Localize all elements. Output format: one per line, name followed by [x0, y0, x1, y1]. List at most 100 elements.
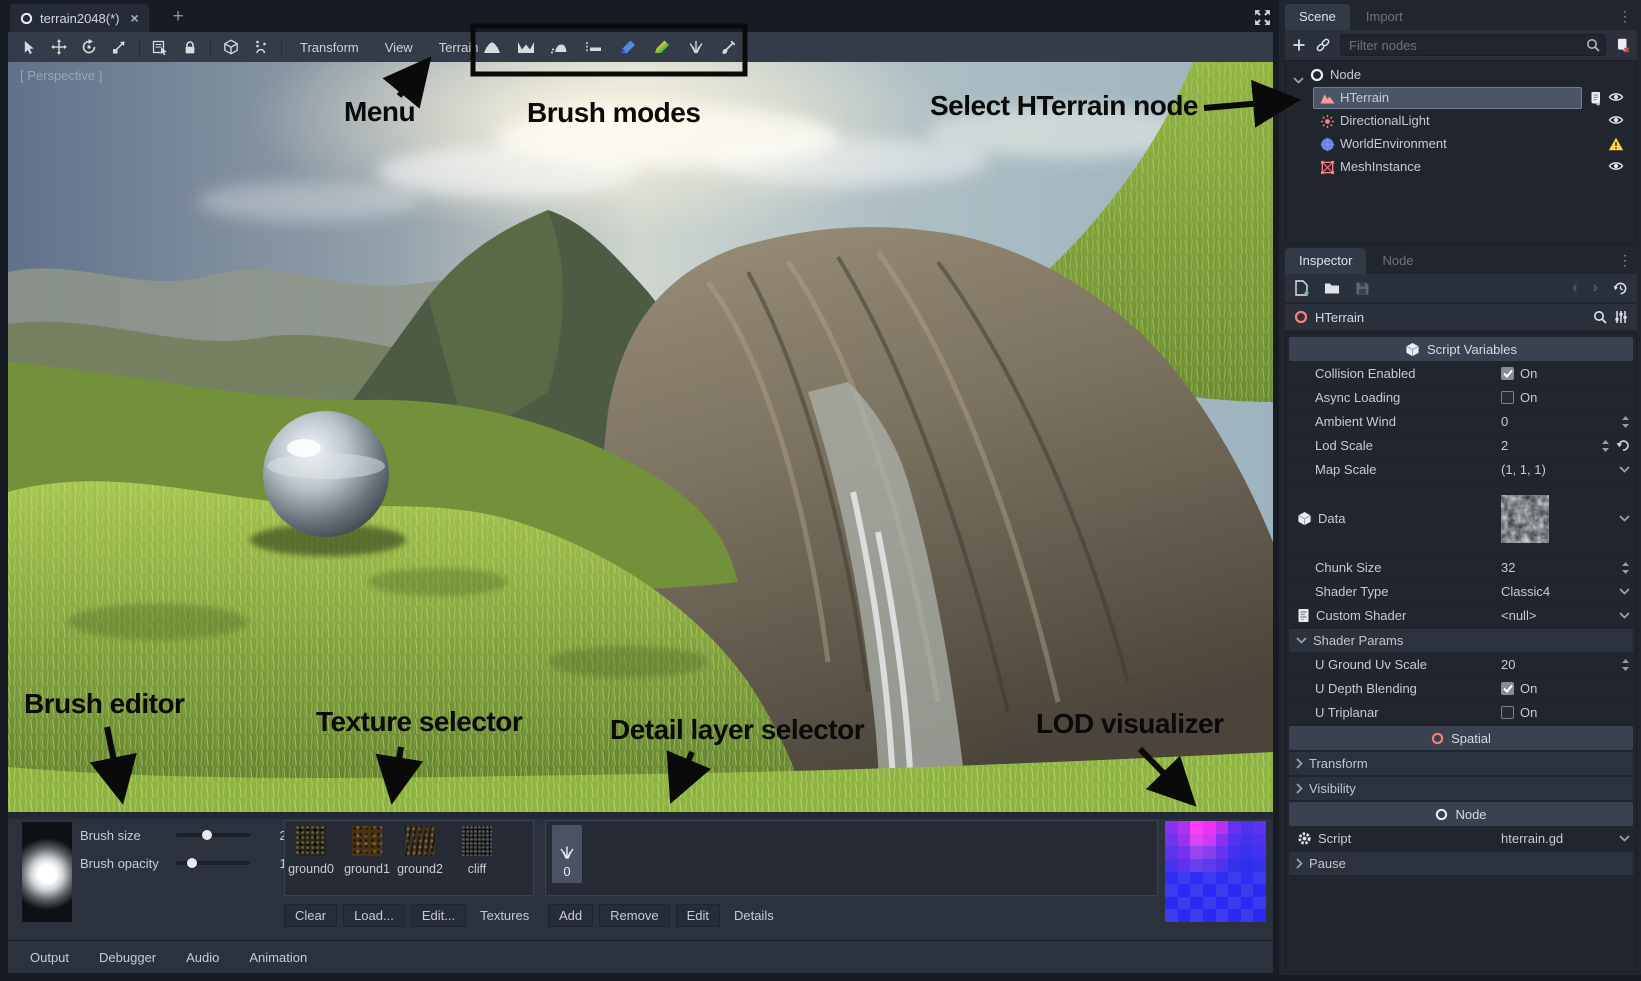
- property-map-scale[interactable]: Map Scale(1, 1, 1): [1289, 458, 1633, 482]
- spinner-icon[interactable]: [1621, 415, 1630, 429]
- bottom-bar-audio[interactable]: Audio: [174, 947, 231, 968]
- property-value[interactable]: <null>: [1501, 608, 1536, 623]
- property-ambient-wind[interactable]: Ambient Wind0: [1289, 410, 1633, 434]
- move-tool-button[interactable]: [44, 34, 74, 60]
- texture-thumbnail-cliff[interactable]: [462, 826, 492, 856]
- spinner-icon[interactable]: [1621, 561, 1630, 575]
- property-script[interactable]: Scripthterrain.gd: [1289, 827, 1633, 851]
- category-spatial[interactable]: Spatial: [1289, 726, 1633, 750]
- spinner-icon[interactable]: [1601, 439, 1610, 453]
- property-value[interactable]: (1, 1, 1): [1501, 462, 1546, 477]
- chevron-down-icon[interactable]: [1293, 77, 1304, 84]
- brush-mode-erode-button[interactable]: [715, 34, 745, 60]
- lock-tool-button[interactable]: [175, 34, 205, 60]
- property-value[interactable]: hterrain.gd: [1501, 831, 1563, 846]
- tree-item-hterrain[interactable]: HTerrain: [1286, 87, 1636, 110]
- slider-handle[interactable]: [202, 830, 212, 840]
- brush-mode-color-button[interactable]: [647, 34, 677, 60]
- texture-thumbnail-ground2[interactable]: [405, 826, 435, 856]
- scene-tab-terrain2048[interactable]: terrain2048(*) ×: [10, 4, 149, 32]
- bottom-bar-output[interactable]: Output: [18, 947, 81, 968]
- eye-icon[interactable]: [1608, 160, 1624, 172]
- brush-shape-preview[interactable]: [22, 822, 72, 922]
- edit-button[interactable]: Edit...: [411, 904, 466, 927]
- property-async-loading[interactable]: Async LoadingOn: [1289, 386, 1633, 410]
- checkbox-checked[interactable]: [1501, 367, 1514, 380]
- detail-edit-button[interactable]: Edit: [676, 904, 720, 927]
- section-visibility[interactable]: Visibility: [1289, 777, 1633, 800]
- brush-mode-smooth-button[interactable]: [545, 34, 575, 60]
- lod-visualizer[interactable]: [1165, 821, 1266, 922]
- search-icon[interactable]: [1593, 310, 1607, 324]
- heightmap-thumbnail[interactable]: [1501, 495, 1549, 543]
- bottom-bar-debugger[interactable]: Debugger: [87, 947, 168, 968]
- eye-icon[interactable]: [1608, 114, 1624, 126]
- chevron-right-icon[interactable]: [1296, 858, 1303, 869]
- property-custom-shader[interactable]: Custom Shader<null>: [1289, 604, 1633, 628]
- brush-mode-splat-button[interactable]: [613, 34, 643, 60]
- add-node-button[interactable]: [1292, 38, 1306, 52]
- skeleton-tool-button[interactable]: [246, 34, 276, 60]
- property-shader-type[interactable]: Shader TypeClassic4: [1289, 580, 1633, 604]
- category-script-variables[interactable]: Script Variables: [1289, 337, 1633, 361]
- detail-remove-button[interactable]: Remove: [599, 904, 669, 927]
- chevron-down-icon[interactable]: [1296, 637, 1307, 644]
- section-pause[interactable]: Pause: [1289, 852, 1633, 875]
- eye-icon[interactable]: [1608, 91, 1624, 103]
- texture-thumbnail-ground1[interactable]: [352, 826, 382, 856]
- bottom-bar-animation[interactable]: Animation: [237, 947, 319, 968]
- detail-add-button[interactable]: Add: [548, 904, 593, 927]
- brush-mode-lower-button[interactable]: [511, 34, 541, 60]
- perspective-label[interactable]: [ Perspective ]: [20, 68, 102, 83]
- texture-slot-cliff[interactable]: cliff: [450, 821, 504, 876]
- group-tool-button[interactable]: [216, 34, 246, 60]
- scene-panel-tab-scene[interactable]: Scene: [1285, 4, 1350, 30]
- property-lod-scale[interactable]: Lod Scale2: [1289, 434, 1633, 458]
- close-tab-icon[interactable]: ×: [131, 10, 139, 26]
- tree-item-worldenvironment[interactable]: WorldEnvironment: [1286, 133, 1636, 156]
- section-transform[interactable]: Transform: [1289, 752, 1633, 775]
- property-value[interactable]: Classic4: [1501, 584, 1550, 599]
- chevron-down-icon[interactable]: [1619, 466, 1630, 473]
- spinner-icon[interactable]: [1621, 658, 1630, 672]
- detail-layer-item-0[interactable]: 0: [552, 825, 582, 883]
- chevron-down-icon[interactable]: [1619, 612, 1630, 619]
- warning-icon[interactable]: [1608, 137, 1624, 151]
- object-tools-icon[interactable]: [1614, 310, 1628, 324]
- property-data[interactable]: Data: [1289, 482, 1633, 556]
- menu-view[interactable]: View: [372, 34, 426, 60]
- slider-handle[interactable]: [187, 858, 197, 868]
- brush-size-slider[interactable]: [176, 833, 250, 837]
- scene-panel-tab-import[interactable]: Import: [1352, 4, 1417, 30]
- checkbox-unchecked[interactable]: [1501, 706, 1514, 719]
- chevron-right-icon[interactable]: [1296, 758, 1303, 769]
- load-button[interactable]: Load...: [343, 904, 405, 927]
- menu-dots-icon[interactable]: ⋮: [1618, 252, 1633, 269]
- category-node[interactable]: Node: [1289, 802, 1633, 826]
- texture-slot-ground0[interactable]: ground0: [284, 821, 338, 876]
- chevron-down-icon[interactable]: [1619, 588, 1630, 595]
- checkbox-checked[interactable]: [1501, 682, 1514, 695]
- new-scene-tab-button[interactable]: +: [166, 4, 190, 30]
- list-select-tool-button[interactable]: [145, 34, 175, 60]
- texture-slot-ground2[interactable]: ground2: [393, 821, 447, 876]
- clear-button[interactable]: Clear: [284, 904, 337, 927]
- property-u-triplanar[interactable]: U TriplanarOn: [1289, 701, 1633, 725]
- inspector-panel-tab-inspector[interactable]: Inspector: [1285, 248, 1366, 274]
- property-u-ground-uv-scale[interactable]: U Ground Uv Scale20: [1289, 653, 1633, 677]
- scale-tool-button[interactable]: [104, 34, 134, 60]
- inspector-panel-tab-node[interactable]: Node: [1368, 248, 1427, 274]
- script-icon[interactable]: [1589, 91, 1602, 106]
- section-shader-params[interactable]: Shader Params: [1289, 629, 1633, 652]
- expand-icon[interactable]: [1252, 7, 1272, 27]
- tree-item-directionallight[interactable]: DirectionalLight: [1286, 110, 1636, 133]
- load-resource-icon[interactable]: [1324, 281, 1340, 295]
- new-resource-icon[interactable]: [1294, 280, 1309, 296]
- brush-mode-flatten-button[interactable]: [579, 34, 609, 60]
- tree-item-node[interactable]: Node: [1286, 64, 1636, 87]
- brush-mode-raise-button[interactable]: [477, 34, 507, 60]
- texture-thumbnail-ground0[interactable]: [296, 826, 326, 856]
- chevron-down-icon[interactable]: [1619, 515, 1630, 522]
- revert-icon[interactable]: [1616, 439, 1630, 452]
- detail-details-button[interactable]: Details: [726, 905, 782, 926]
